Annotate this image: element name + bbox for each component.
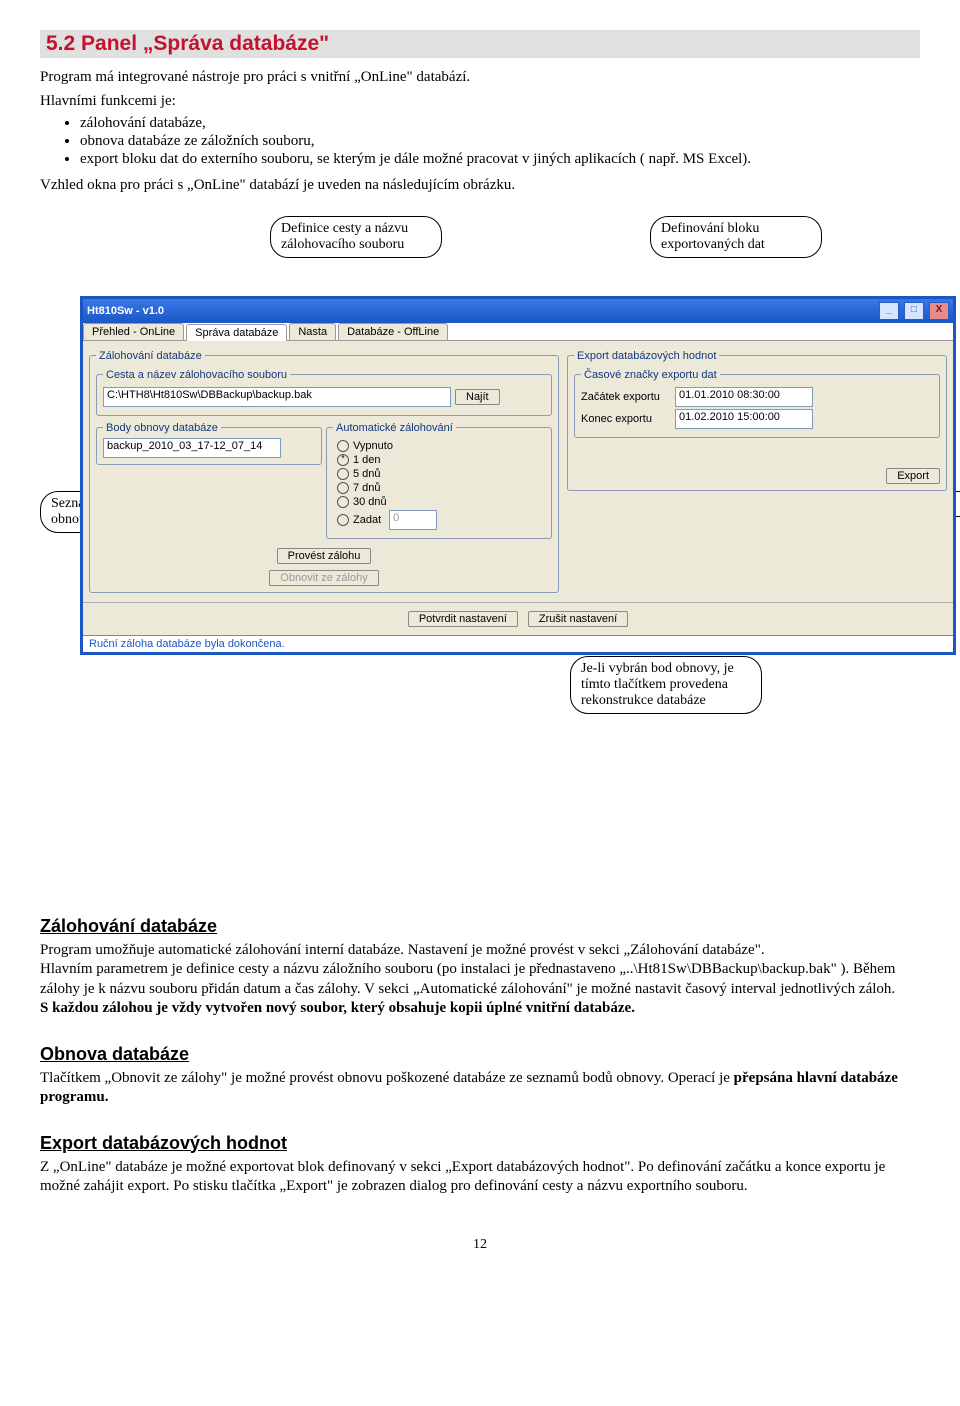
callout-export-block: Definování bloku exportovaných dat: [650, 216, 822, 258]
list-item: export bloku dat do externího souboru, s…: [80, 151, 920, 168]
auto-backup-legend: Automatické zálohování: [333, 422, 456, 434]
intro-text-3: Vzhled okna pro práci s „OnLine" databáz…: [40, 176, 920, 196]
intro-text-2: Hlavními funkcemi je:: [40, 92, 920, 112]
path-fieldset: Cesta a název zálohovacího souboru C:\HT…: [96, 369, 552, 416]
sub1-bold: S každou zálohou je vždy vytvořen nový s…: [40, 1000, 635, 1016]
marks-fieldset: Časové značky exportu dat Začátek export…: [574, 369, 940, 438]
restore-point-select[interactable]: backup_2010_03_17-12_07_14: [103, 438, 281, 458]
marks-legend: Časové značky exportu dat: [581, 369, 720, 381]
sub1-line1: Program umožňuje automatické zálohování …: [40, 942, 765, 958]
radio-icon: [337, 482, 349, 494]
export-fieldset: Export databázových hodnot Časové značky…: [567, 350, 947, 491]
radio-option[interactable]: 7 dnů: [337, 482, 545, 494]
export-button[interactable]: Export: [886, 468, 940, 484]
radio-icon: [337, 468, 349, 480]
radio-label: 5 dnů: [353, 468, 381, 480]
sub2-text: Tlačítkem „Obnovit ze zálohy" je možné p…: [40, 1069, 920, 1108]
page-number: 12: [40, 1237, 920, 1253]
export-legend: Export databázových hodnot: [574, 350, 719, 362]
radio-label: Vypnuto: [353, 440, 393, 452]
path-legend: Cesta a název zálohovacího souboru: [103, 369, 290, 381]
restore-button[interactable]: Obnovit ze zálohy: [269, 570, 378, 586]
list-item: obnova databáze ze záložních souboru,: [80, 133, 920, 150]
start-input[interactable]: 01.01.2010 08:30:00: [675, 387, 813, 407]
sub3-text: Z „OnLine" databáze je možné exportovat …: [40, 1158, 920, 1197]
list-item: zálohování databáze,: [80, 115, 920, 132]
radio-option[interactable]: 30 dnů: [337, 496, 545, 508]
intro-text-1: Program má integrované nástroje pro prác…: [40, 68, 920, 88]
radio-icon: [337, 514, 349, 526]
start-label: Začátek exportu: [581, 391, 671, 403]
radio-icon: [337, 454, 349, 466]
points-fieldset: Body obnovy databáze backup_2010_03_17-1…: [96, 422, 322, 465]
section-title: 5.2 Panel „Správa databáze": [46, 32, 920, 56]
callout-path: Definice cesty a názvu zálohovacího soub…: [270, 216, 442, 258]
radio-option[interactable]: Zadat 0: [337, 510, 545, 530]
window-buttons: _ □ X: [877, 302, 949, 320]
sub1-text: Program umožňuje automatické zálohování …: [40, 941, 920, 1019]
window-body: Zálohování databáze Cesta a název záloho…: [83, 341, 953, 602]
tab[interactable]: Nasta: [289, 323, 336, 340]
function-list: zálohování databáze,obnova databáze ze z…: [80, 115, 920, 168]
figure-area: Definice cesty a názvu zálohovacího soub…: [40, 216, 920, 856]
zadat-input[interactable]: 0: [389, 510, 437, 530]
points-legend: Body obnovy databáze: [103, 422, 221, 434]
confirm-row: Potvrdit nastavení Zrušit nastavení: [83, 602, 953, 635]
backup-legend: Zálohování databáze: [96, 350, 205, 362]
radio-label: 30 dnů: [353, 496, 387, 508]
right-column: Export databázových hodnot Časové značky…: [567, 347, 947, 596]
backup-fieldset: Zálohování databáze Cesta a název záloho…: [89, 350, 559, 593]
auto-backup-fieldset: Automatické zálohování Vypnuto 1 den 5 dnů…: [326, 422, 552, 539]
minimize-button[interactable]: _: [879, 302, 899, 320]
sub3-heading: Export databázových hodnot: [40, 1133, 920, 1154]
end-input[interactable]: 01.02.2010 15:00:00: [675, 409, 813, 429]
radio-option[interactable]: Vypnuto: [337, 440, 545, 452]
radio-label: 1 den: [353, 454, 381, 466]
tab[interactable]: Správa databáze: [186, 324, 287, 341]
sub1-line2: Hlavním parametrem je definice cesty a n…: [40, 961, 895, 997]
sub1-heading: Zálohování databáze: [40, 916, 920, 937]
radio-option[interactable]: 1 den: [337, 454, 545, 466]
radio-label: 7 dnů: [353, 482, 381, 494]
radio-option[interactable]: 5 dnů: [337, 468, 545, 480]
section-number: 5.2: [46, 32, 75, 55]
tab-row: Přehled - OnLineSpráva databázeNastaData…: [83, 323, 953, 341]
close-button[interactable]: X: [929, 302, 949, 320]
confirm-button[interactable]: Potvrdit nastavení: [408, 611, 518, 627]
tab[interactable]: Přehled - OnLine: [83, 323, 184, 340]
end-label: Konec exportu: [581, 413, 671, 425]
do-backup-button[interactable]: Provést zálohu: [277, 548, 372, 564]
left-column: Zálohování databáze Cesta a název záloho…: [89, 347, 559, 596]
radio-icon: [337, 440, 349, 452]
path-input[interactable]: C:\HTH8\Ht810Sw\DBBackup\backup.bak: [103, 387, 451, 407]
find-button[interactable]: Najít: [455, 389, 500, 405]
radio-icon: [337, 496, 349, 508]
section-title-text: Panel „Správa databáze": [81, 32, 329, 55]
section-header: 5.2 Panel „Správa databáze": [40, 30, 920, 58]
window-titlebar: Ht810Sw - v1.0 _ □ X: [83, 299, 953, 323]
app-window: Ht810Sw - v1.0 _ □ X Přehled - OnLineSpr…: [80, 296, 956, 655]
tab[interactable]: Databáze - OffLine: [338, 323, 448, 340]
status-bar: Ruční záloha databáze byla dokončena.: [83, 635, 953, 652]
cancel-button[interactable]: Zrušit nastavení: [528, 611, 628, 627]
sub2-heading: Obnova databáze: [40, 1044, 920, 1065]
sub2-line1: Tlačítkem „Obnovit ze zálohy" je možné p…: [40, 1070, 730, 1086]
window-title: Ht810Sw - v1.0: [87, 305, 164, 317]
callout-restore-button: Je-li vybrán bod obnovy, je tímto tlačít…: [570, 656, 762, 714]
radio-label: Zadat: [353, 514, 381, 526]
maximize-button[interactable]: □: [904, 302, 924, 320]
